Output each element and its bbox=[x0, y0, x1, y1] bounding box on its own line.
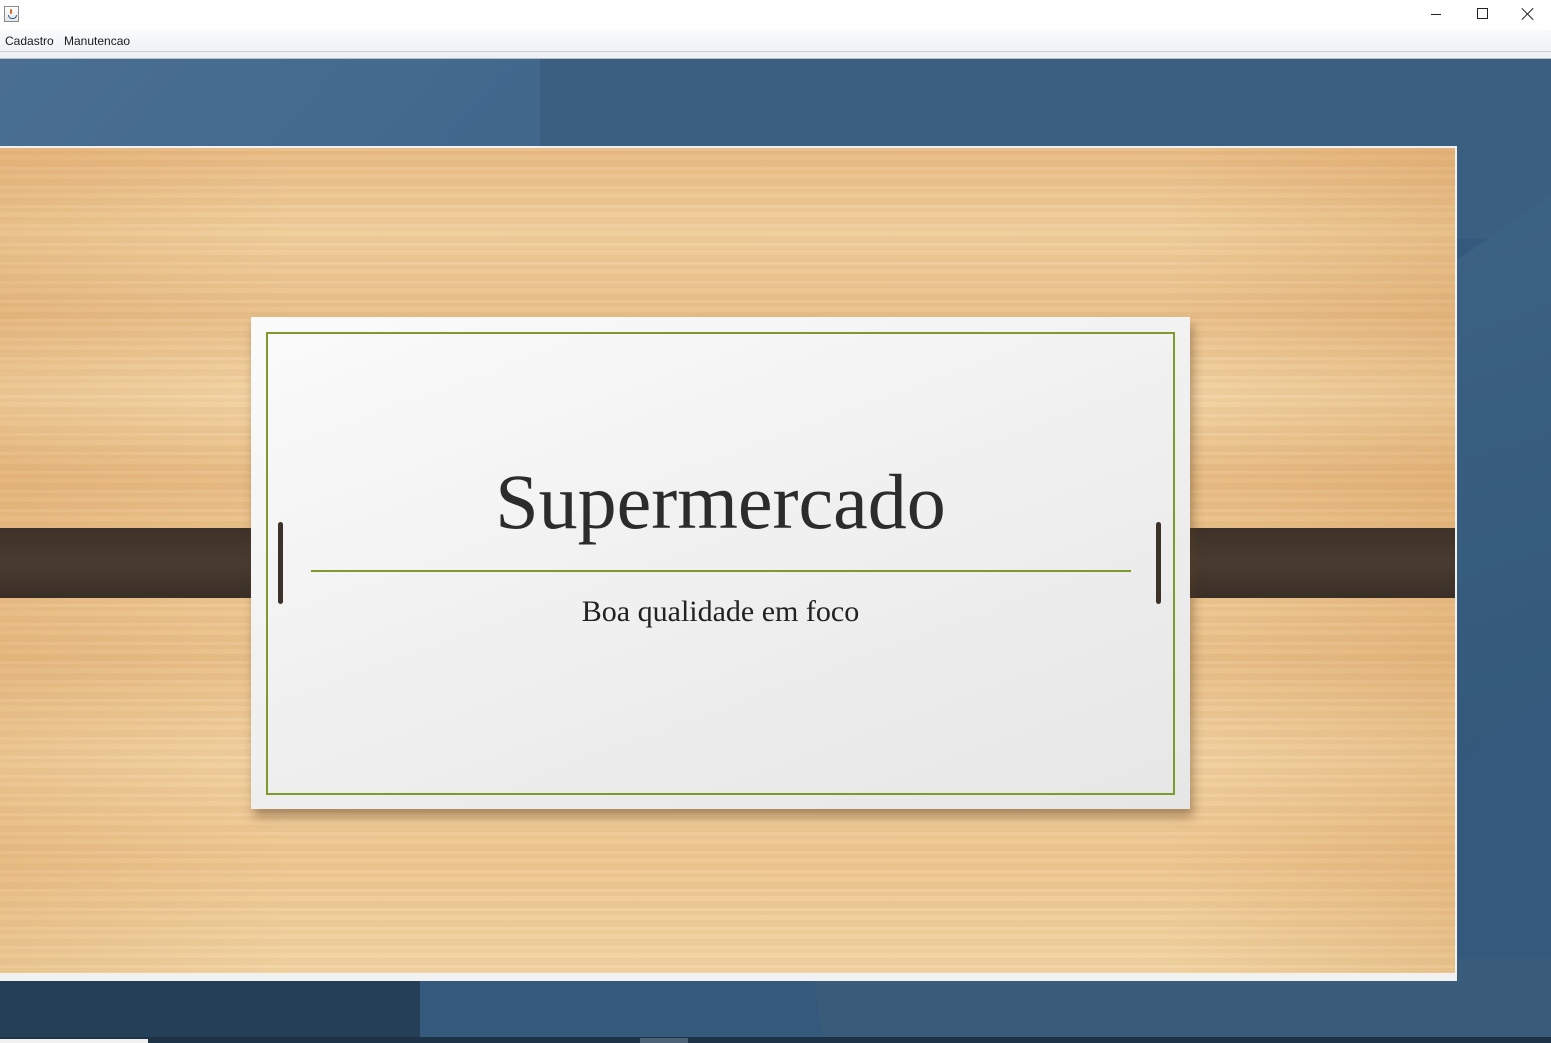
left-strap bbox=[0, 528, 282, 598]
minimize-icon bbox=[1431, 14, 1441, 15]
maximize-button[interactable] bbox=[1459, 0, 1505, 30]
bottom-tab bbox=[640, 1038, 688, 1043]
strap-clip-right bbox=[1156, 522, 1161, 604]
app-window: Cadastro Manutencao Supermercado Boa qua… bbox=[0, 0, 1551, 1043]
card-frame bbox=[266, 332, 1175, 795]
close-icon bbox=[1521, 7, 1535, 21]
minimize-button[interactable] bbox=[1413, 0, 1459, 30]
maximize-icon bbox=[1477, 8, 1488, 19]
menu-cadastro[interactable]: Cadastro bbox=[5, 34, 54, 48]
title-card: Supermercado Boa qualidade em foco bbox=[251, 317, 1190, 809]
menu-manutencao[interactable]: Manutencao bbox=[64, 34, 130, 48]
right-strap bbox=[1158, 528, 1455, 598]
menu-bar: Cadastro Manutencao bbox=[0, 30, 1551, 52]
background-image: Supermercado Boa qualidade em foco bbox=[0, 146, 1457, 981]
title-bar bbox=[0, 0, 1551, 30]
close-button[interactable] bbox=[1505, 0, 1551, 30]
title-divider bbox=[311, 570, 1131, 572]
slide-subtitle: Boa qualidade em foco bbox=[581, 595, 860, 628]
java-app-icon[interactable] bbox=[4, 6, 19, 22]
menu-separator bbox=[0, 52, 1551, 59]
slide-title: Supermercado bbox=[495, 458, 946, 545]
strap-clip-left bbox=[278, 522, 283, 604]
bottom-strip bbox=[0, 1037, 1551, 1043]
bottom-tab bbox=[0, 1039, 148, 1043]
